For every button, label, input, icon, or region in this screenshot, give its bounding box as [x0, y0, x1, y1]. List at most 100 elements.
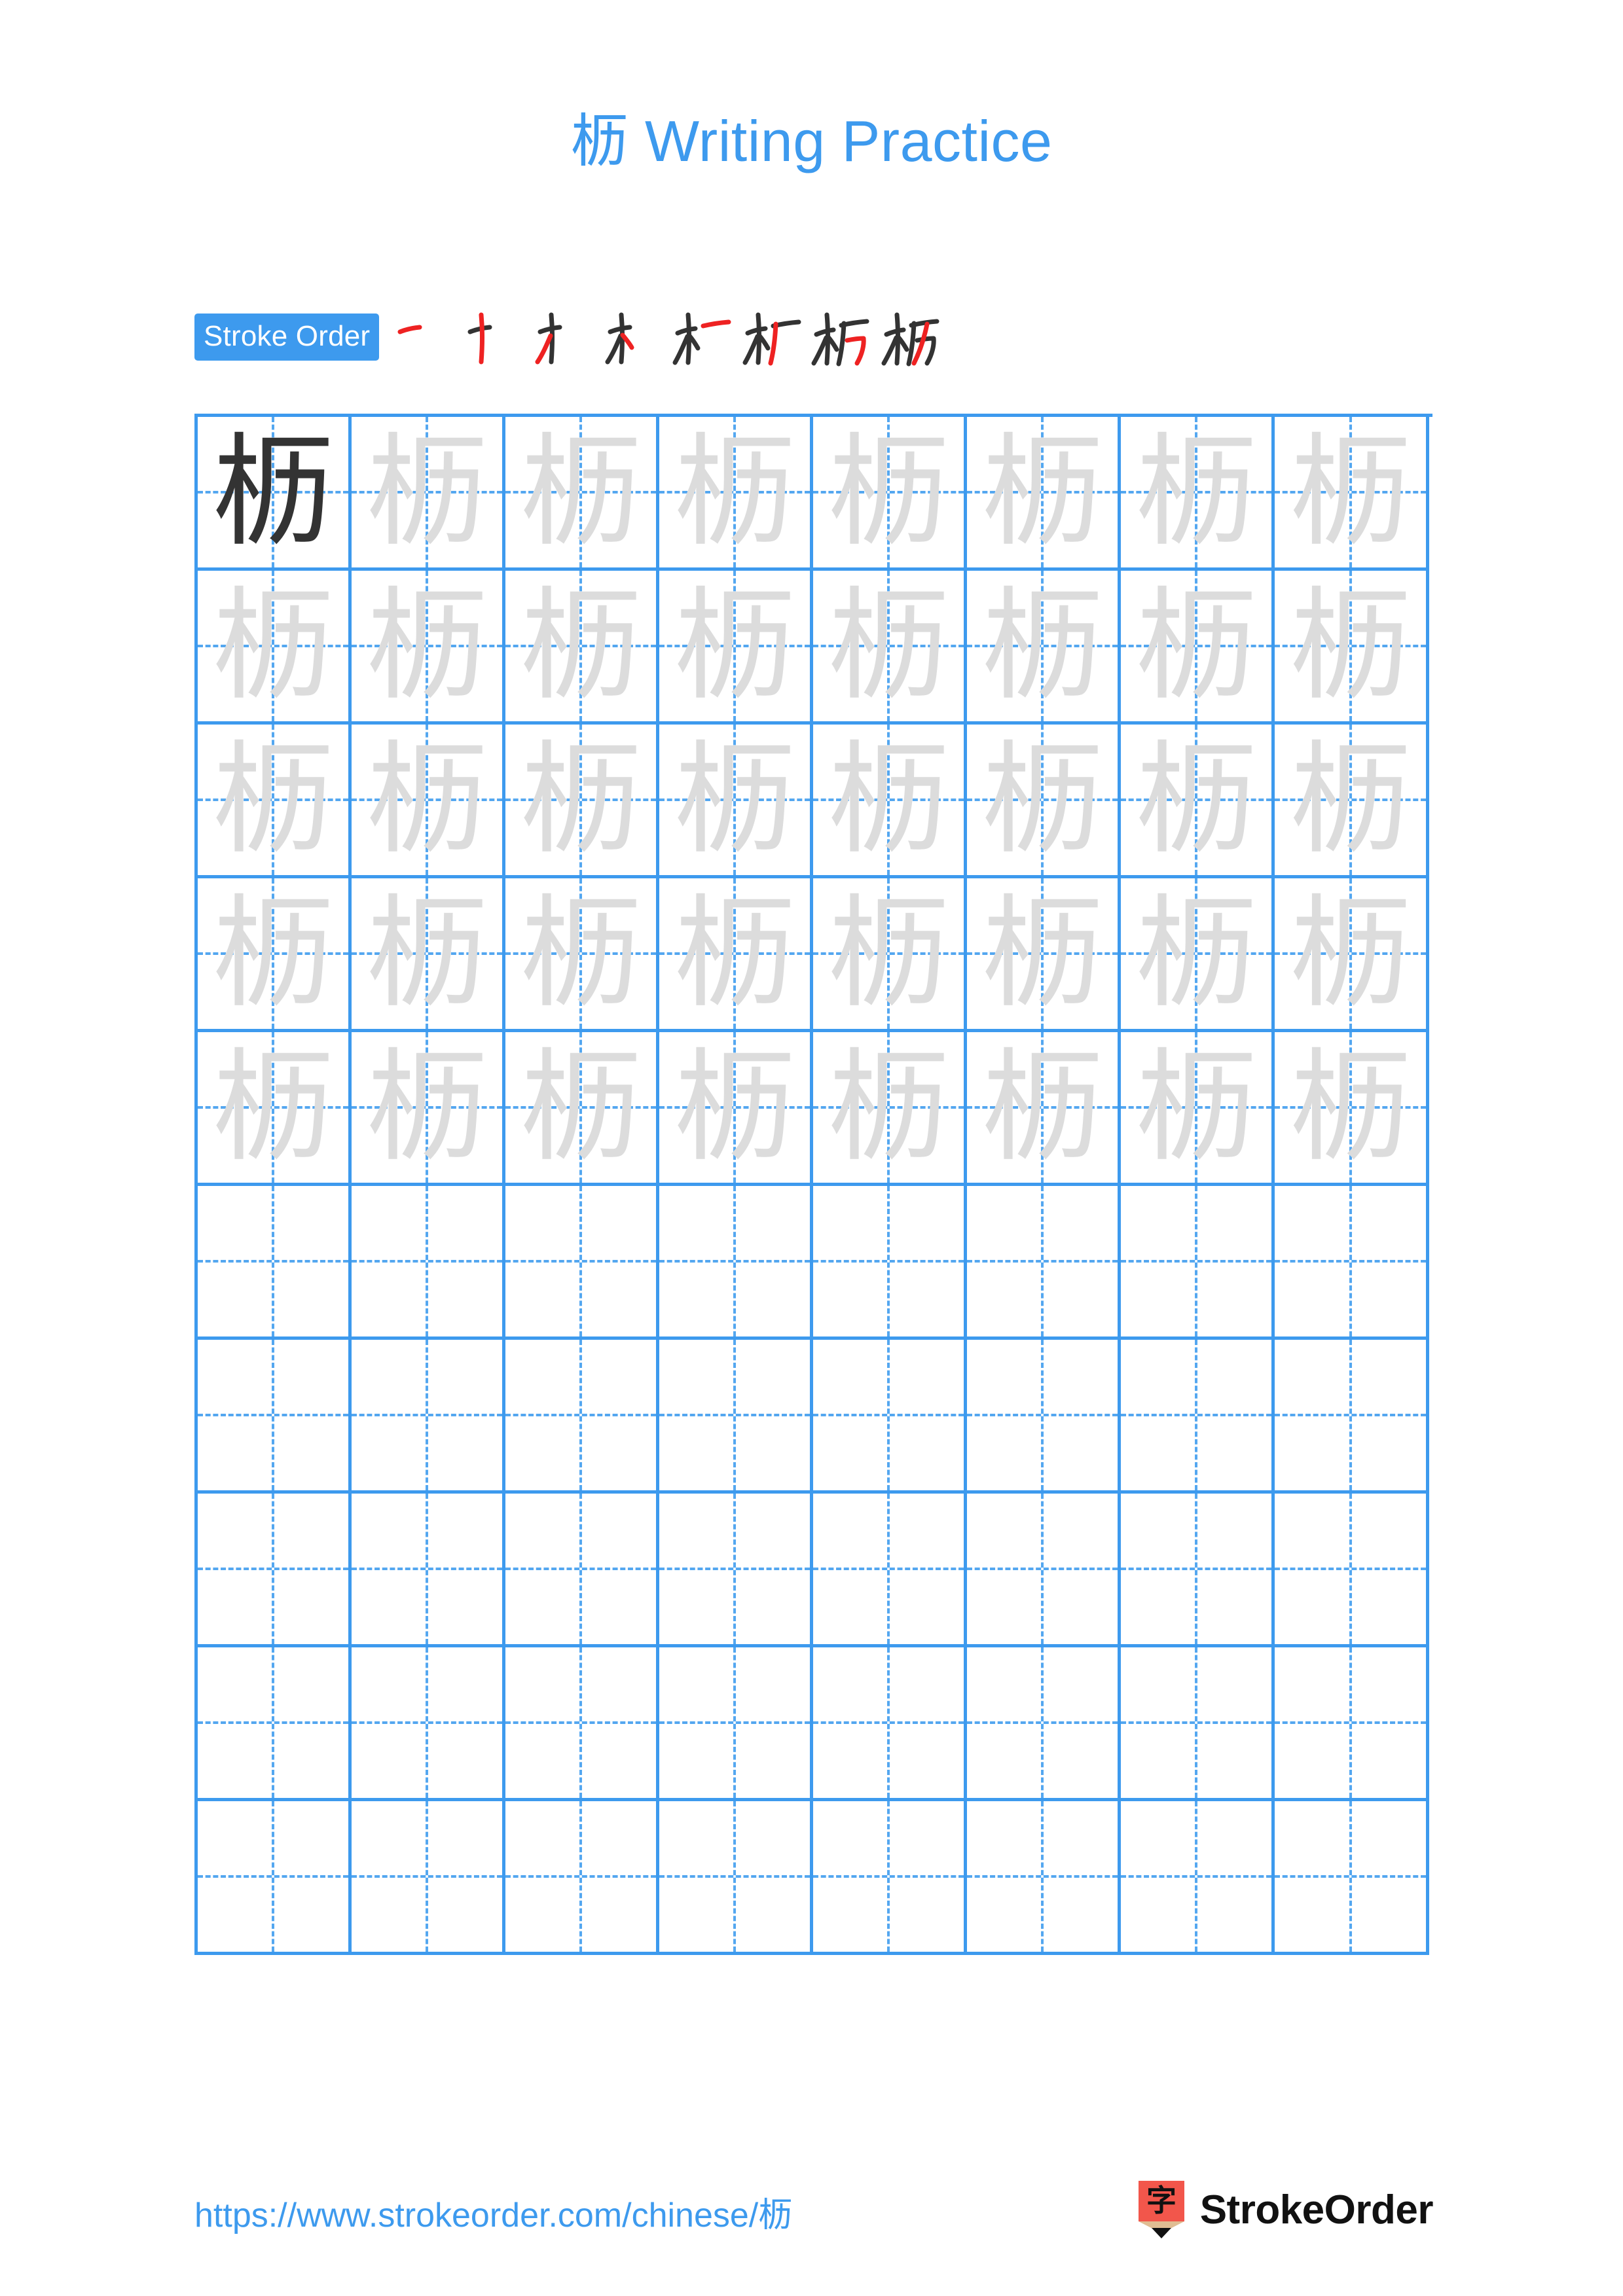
- practice-cell-r6-c7[interactable]: [1121, 1186, 1275, 1340]
- practice-cell-r1-c2[interactable]: 枥: [352, 417, 505, 571]
- practice-cell-r4-c5[interactable]: 枥: [813, 878, 967, 1032]
- practice-cell-r5-c5[interactable]: 枥: [813, 1032, 967, 1186]
- practice-cell-r9-c4[interactable]: [659, 1647, 813, 1801]
- practice-cell-r7-c3[interactable]: [505, 1340, 659, 1494]
- practice-cell-r8-c8[interactable]: [1275, 1494, 1429, 1647]
- practice-cell-r5-c1[interactable]: 枥: [198, 1032, 352, 1186]
- trace-character: 枥: [519, 421, 642, 563]
- practice-cell-r3-c1[interactable]: 枥: [198, 725, 352, 878]
- practice-cell-r1-c3[interactable]: 枥: [505, 417, 659, 571]
- practice-cell-r7-c2[interactable]: [352, 1340, 505, 1494]
- practice-cell-r8-c7[interactable]: [1121, 1494, 1275, 1647]
- trace-character: 枥: [365, 728, 488, 870]
- trace-character: 枥: [673, 728, 795, 870]
- practice-cell-r7-c7[interactable]: [1121, 1340, 1275, 1494]
- practice-cell-r2-c6[interactable]: 枥: [967, 571, 1121, 725]
- practice-cell-r9-c3[interactable]: [505, 1647, 659, 1801]
- practice-cell-r8-c4[interactable]: [659, 1494, 813, 1647]
- practice-cell-r6-c2[interactable]: [352, 1186, 505, 1340]
- stroke-order-steps: [391, 304, 951, 370]
- stroke-step-8: [881, 304, 951, 370]
- practice-cell-r7-c4[interactable]: [659, 1340, 813, 1494]
- practice-cell-r7-c5[interactable]: [813, 1340, 967, 1494]
- trace-character: 枥: [365, 575, 488, 717]
- practice-cell-r9-c1[interactable]: [198, 1647, 352, 1801]
- practice-cell-r7-c1[interactable]: [198, 1340, 352, 1494]
- practice-cell-r3-c7[interactable]: 枥: [1121, 725, 1275, 878]
- practice-cell-r5-c7[interactable]: 枥: [1121, 1032, 1275, 1186]
- practice-cell-r5-c4[interactable]: 枥: [659, 1032, 813, 1186]
- practice-cell-r6-c5[interactable]: [813, 1186, 967, 1340]
- practice-cell-r2-c8[interactable]: 枥: [1275, 571, 1429, 725]
- practice-cell-r1-c6[interactable]: 枥: [967, 417, 1121, 571]
- practice-cell-r6-c8[interactable]: [1275, 1186, 1429, 1340]
- practice-cell-r10-c6[interactable]: [967, 1801, 1121, 1955]
- practice-cell-r7-c8[interactable]: [1275, 1340, 1429, 1494]
- practice-cell-r9-c2[interactable]: [352, 1647, 505, 1801]
- grid-row: [198, 1647, 1432, 1801]
- practice-cell-r7-c6[interactable]: [967, 1340, 1121, 1494]
- practice-cell-r3-c4[interactable]: 枥: [659, 725, 813, 878]
- practice-cell-r9-c8[interactable]: [1275, 1647, 1429, 1801]
- practice-cell-r2-c7[interactable]: 枥: [1121, 571, 1275, 725]
- practice-cell-r4-c1[interactable]: 枥: [198, 878, 352, 1032]
- practice-cell-r4-c4[interactable]: 枥: [659, 878, 813, 1032]
- practice-cell-r5-c2[interactable]: 枥: [352, 1032, 505, 1186]
- practice-cell-r10-c4[interactable]: [659, 1801, 813, 1955]
- practice-cell-r8-c1[interactable]: [198, 1494, 352, 1647]
- practice-cell-r5-c6[interactable]: 枥: [967, 1032, 1121, 1186]
- practice-cell-r1-c4[interactable]: 枥: [659, 417, 813, 571]
- footer-url-link[interactable]: https://www.strokeorder.com/chinese/枥: [194, 2187, 792, 2236]
- trace-character: 枥: [365, 882, 488, 1024]
- practice-cell-r2-c2[interactable]: 枥: [352, 571, 505, 725]
- practice-cell-r10-c8[interactable]: [1275, 1801, 1429, 1955]
- practice-cell-r10-c7[interactable]: [1121, 1801, 1275, 1955]
- practice-cell-r5-c3[interactable]: 枥: [505, 1032, 659, 1186]
- practice-cell-r3-c8[interactable]: 枥: [1275, 725, 1429, 878]
- practice-cell-r10-c2[interactable]: [352, 1801, 505, 1955]
- trace-character: 枥: [1135, 1036, 1257, 1178]
- practice-cell-r9-c5[interactable]: [813, 1647, 967, 1801]
- practice-cell-r1-c8[interactable]: 枥: [1275, 417, 1429, 571]
- practice-cell-r2-c3[interactable]: 枥: [505, 571, 659, 725]
- practice-cell-r3-c6[interactable]: 枥: [967, 725, 1121, 878]
- trace-character: 枥: [211, 882, 334, 1024]
- practice-cell-r4-c8[interactable]: 枥: [1275, 878, 1429, 1032]
- practice-cell-r10-c3[interactable]: [505, 1801, 659, 1955]
- trace-character: 枥: [673, 882, 795, 1024]
- practice-cell-r9-c6[interactable]: [967, 1647, 1121, 1801]
- practice-cell-r3-c5[interactable]: 枥: [813, 725, 967, 878]
- pencil-logo-icon: 字: [1138, 2181, 1184, 2238]
- practice-cell-r8-c2[interactable]: [352, 1494, 505, 1647]
- grid-row: [198, 1494, 1432, 1647]
- trace-character: 枥: [673, 575, 795, 717]
- practice-cell-r10-c1[interactable]: [198, 1801, 352, 1955]
- practice-cell-r8-c6[interactable]: [967, 1494, 1121, 1647]
- practice-cell-r2-c4[interactable]: 枥: [659, 571, 813, 725]
- trace-character: 枥: [211, 1036, 334, 1178]
- practice-cell-r4-c2[interactable]: 枥: [352, 878, 505, 1032]
- practice-cell-r2-c5[interactable]: 枥: [813, 571, 967, 725]
- practice-cell-r4-c6[interactable]: 枥: [967, 878, 1121, 1032]
- practice-cell-r1-c7[interactable]: 枥: [1121, 417, 1275, 571]
- practice-cell-r2-c1[interactable]: 枥: [198, 571, 352, 725]
- practice-cell-r6-c1[interactable]: [198, 1186, 352, 1340]
- practice-cell-r4-c7[interactable]: 枥: [1121, 878, 1275, 1032]
- brand-logo[interactable]: 字 StrokeOrder: [1137, 2179, 1434, 2240]
- practice-cell-r8-c3[interactable]: [505, 1494, 659, 1647]
- practice-cell-r5-c8[interactable]: 枥: [1275, 1032, 1429, 1186]
- practice-cell-r1-c1[interactable]: 枥: [198, 417, 352, 571]
- trace-character: 枥: [827, 421, 949, 563]
- practice-cell-r9-c7[interactable]: [1121, 1647, 1275, 1801]
- practice-cell-r6-c3[interactable]: [505, 1186, 659, 1340]
- practice-cell-r6-c6[interactable]: [967, 1186, 1121, 1340]
- practice-cell-r4-c3[interactable]: 枥: [505, 878, 659, 1032]
- stroke-step-5: [671, 304, 741, 370]
- practice-cell-r1-c5[interactable]: 枥: [813, 417, 967, 571]
- practice-cell-r3-c3[interactable]: 枥: [505, 725, 659, 878]
- stroke-step-3: [531, 304, 601, 370]
- practice-cell-r10-c5[interactable]: [813, 1801, 967, 1955]
- practice-cell-r8-c5[interactable]: [813, 1494, 967, 1647]
- practice-cell-r6-c4[interactable]: [659, 1186, 813, 1340]
- practice-cell-r3-c2[interactable]: 枥: [352, 725, 505, 878]
